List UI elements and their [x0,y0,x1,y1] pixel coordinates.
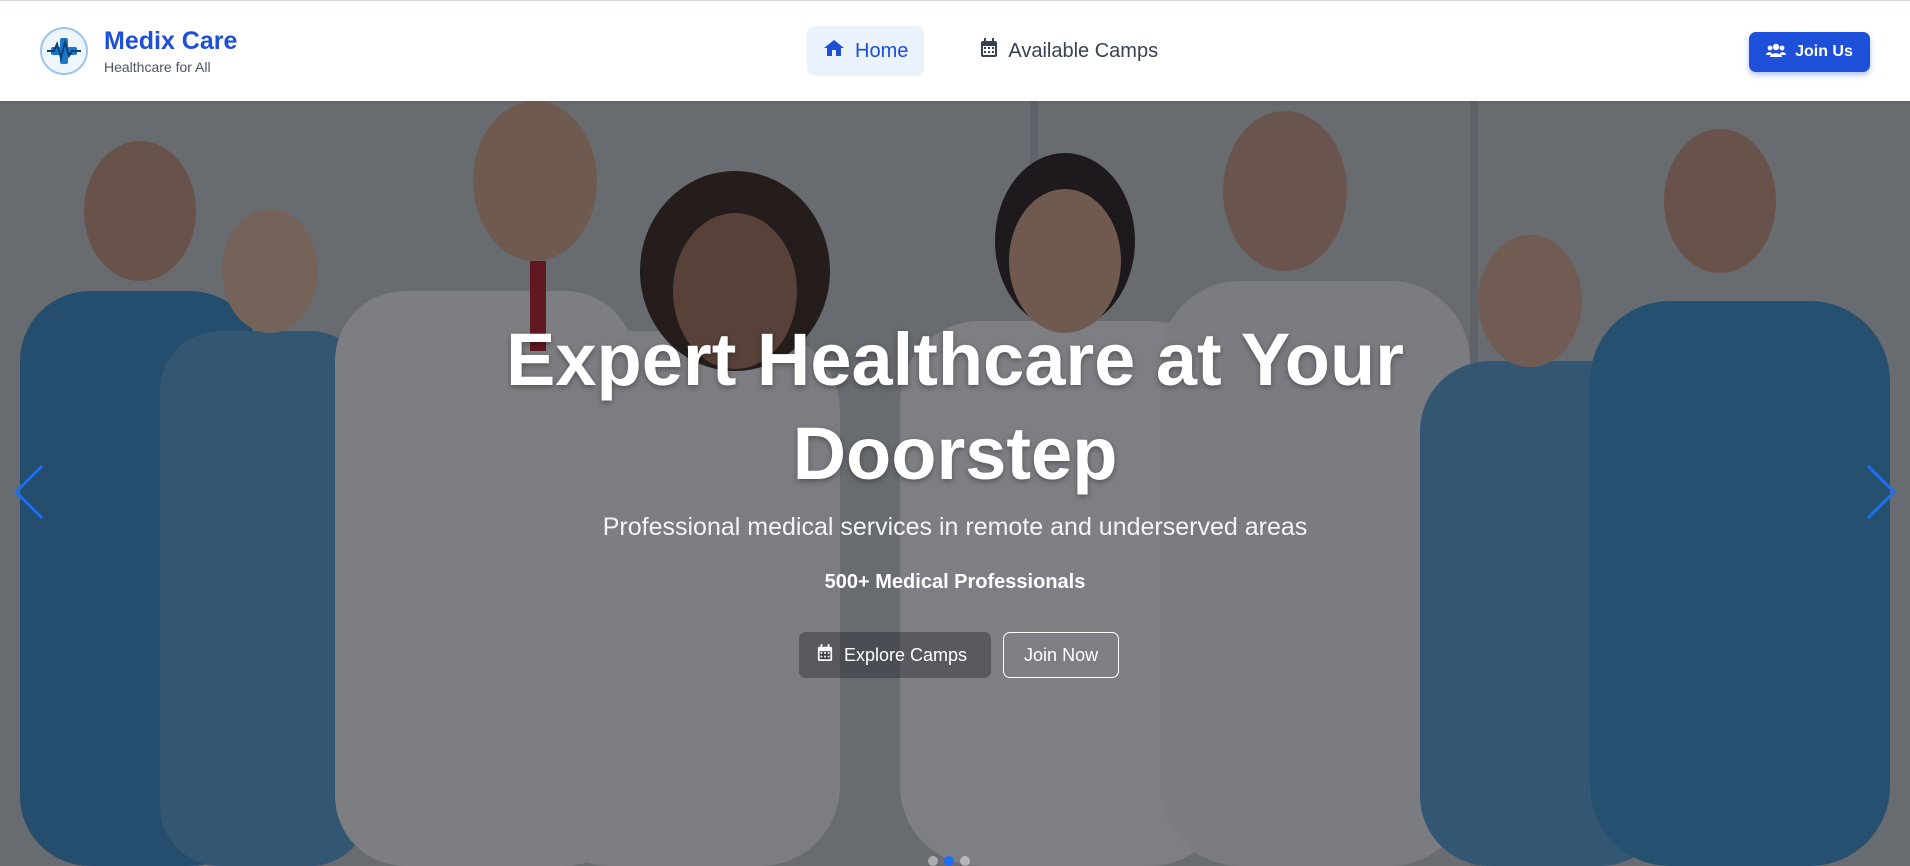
join-now-button[interactable]: Join Now [1003,632,1120,678]
nav-item-label: Available Camps [1008,39,1159,62]
medical-cross-heartbeat-icon [40,27,88,75]
hero-subtitle: Professional medical services in remote … [602,513,1308,541]
brand-name: Medix Care [104,27,238,55]
brand-tagline: Healthcare for All [104,59,211,75]
hero-title-line-1: Expert Healthcare at Your [506,318,1404,401]
carousel-dot[interactable] [928,856,938,866]
chevron-right-icon [1866,464,1897,520]
users-icon [1766,43,1787,62]
carousel-dot[interactable] [960,856,970,866]
calendar-icon [817,643,833,667]
join-us-button[interactable]: Join Us [1749,32,1870,72]
site-header: Medix Care Healthcare for All Home Avail… [0,0,1910,101]
carousel-pagination [928,856,970,866]
home-icon [823,38,845,64]
chevron-left-icon [13,464,44,520]
brand-text: Medix Care Healthcare for All [104,26,237,76]
carousel-next-button[interactable] [1860,462,1900,522]
explore-camps-label: Explore Camps [844,644,968,665]
hero-title-line-2: Doorstep [792,412,1118,495]
nav-item-available-camps[interactable]: Available Camps [964,26,1174,76]
nav-item-label: Home [855,39,909,62]
join-us-label: Join Us [1795,43,1853,60]
calendar-icon [980,38,998,64]
explore-camps-button[interactable]: Explore Camps [799,632,992,678]
main-nav: Home Available Camps [807,26,1174,76]
nav-item-home[interactable]: Home [807,26,925,76]
hero-stat: 500+ Medical Professionals [824,571,1086,593]
hero-actions: Explore Camps Join Now [799,632,1120,678]
carousel-dot-active[interactable] [944,856,954,866]
carousel-prev-button[interactable] [10,462,50,522]
hero-carousel: Expert Healthcare at Your Doorstep Profe… [0,101,1910,866]
hero-title: Expert Healthcare at Your Doorstep [405,313,1505,501]
brand-link[interactable]: Medix Care Healthcare for All [40,26,237,76]
